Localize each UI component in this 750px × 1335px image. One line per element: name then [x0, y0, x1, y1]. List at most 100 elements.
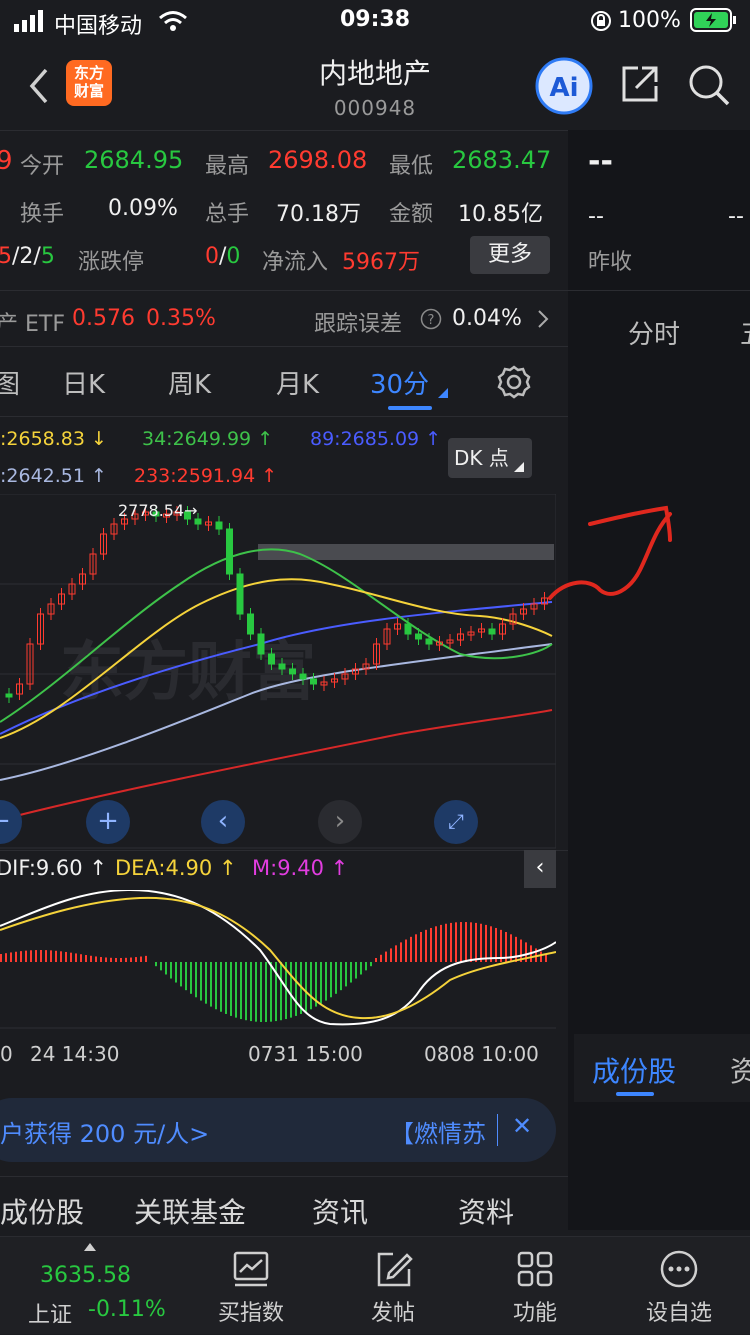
functions-label: 功能 [512, 1301, 557, 1326]
section-tab-funds[interactable]: 关联基金 [134, 1191, 246, 1231]
tab-monthly-k[interactable]: 月K [276, 364, 319, 401]
netflow-label: 净流入 [262, 250, 329, 275]
post-button[interactable]: 发帖 [318, 1237, 468, 1335]
macd-bar [270, 962, 272, 1022]
candle [236, 573, 244, 615]
macd-bar [0, 954, 2, 962]
macd-bar [15, 951, 17, 962]
right-tab-partial-2[interactable]: 资 [730, 1050, 750, 1090]
macd-bar [410, 936, 412, 962]
macd-bar [200, 962, 202, 1001]
macd-bar [105, 957, 107, 962]
macd-bar [325, 962, 327, 1001]
macd-chart[interactable] [0, 890, 556, 1030]
index-value: 3635.58 [40, 1263, 131, 1288]
chevron-right-icon[interactable] [536, 308, 550, 330]
macd-bar [305, 962, 307, 1012]
promo-banner[interactable]: 户获得 200 元/人> 【燃情苏超 ✕ [0, 1098, 556, 1162]
tab-weekly-k[interactable]: 周K [168, 364, 211, 401]
candle [5, 693, 13, 698]
macd-bar [420, 931, 422, 962]
section-tab-profile[interactable]: 资料 [458, 1191, 514, 1231]
high-value: 2698.08 [268, 146, 368, 174]
macd-bar [180, 962, 182, 987]
right-tab-indicator [616, 1092, 654, 1096]
macd-bar [290, 962, 292, 1018]
macd-bar [45, 950, 47, 962]
index-change: -0.11% [88, 1297, 166, 1322]
banner-close-icon[interactable]: ✕ [512, 1112, 532, 1140]
index-name: 上证 [28, 1303, 73, 1328]
rotation-lock-icon [591, 11, 611, 31]
macd-bar [95, 956, 97, 962]
etf-price: 0.576 [72, 306, 135, 331]
zoom-in-button[interactable]: + [86, 800, 130, 844]
time-tick-3: 0808 10:00 [424, 1042, 539, 1066]
edit-icon [377, 1252, 413, 1287]
grid-apps-icon [517, 1251, 553, 1287]
section-tab-constituents[interactable]: 成份股 [0, 1191, 84, 1231]
limit-value: 0/0 [205, 244, 241, 269]
buy-index-button[interactable]: 买指数 [176, 1237, 326, 1335]
macd-bar [70, 952, 72, 962]
macd-bar [80, 954, 82, 962]
search-icon[interactable] [686, 62, 732, 108]
scroll-right-button[interactable]: › [318, 800, 362, 844]
macd-bar [50, 950, 52, 962]
macd-bar [390, 948, 392, 962]
macd-bar [515, 936, 517, 962]
macd-bar [255, 962, 257, 1022]
macd-bar [370, 962, 372, 967]
tab-partial[interactable]: 图 [0, 364, 20, 401]
etf-divider-bottom [0, 346, 568, 347]
macd-bar [540, 951, 542, 962]
banner-right-text[interactable]: 【燃情苏超 [390, 1114, 486, 1149]
more-button[interactable]: 更多 [470, 236, 550, 274]
section-tabbar: 成份股 关联基金 资讯 资料 [0, 1176, 568, 1236]
track-error-label: 跟踪误差 [314, 312, 403, 337]
macd-bar [470, 922, 472, 962]
macd-bar [10, 952, 12, 962]
right-tab-partial[interactable]: 五 [740, 314, 750, 351]
fullscreen-button[interactable]: ⤢ [434, 800, 478, 844]
macd-bar [165, 962, 167, 975]
settings-gear-icon[interactable] [496, 364, 532, 400]
right-tab-intraday[interactable]: 分时 [628, 314, 680, 351]
add-watchlist-button[interactable]: 设自选 [604, 1237, 750, 1335]
amount-value: 10.85亿 [458, 202, 543, 227]
macd-bar [490, 926, 492, 962]
collapse-button[interactable]: ‹ [524, 850, 556, 888]
dk-point-button[interactable]: DK 点 [448, 438, 532, 478]
macd-bar [250, 962, 252, 1022]
macd-bar [175, 962, 177, 983]
candle [257, 633, 265, 655]
scroll-left-button[interactable]: ‹ [201, 800, 245, 844]
functions-button[interactable]: 功能 [460, 1237, 610, 1335]
kline-chart[interactable]: 东方财富 2778.54→ [0, 494, 556, 850]
kline-tabbar: 图 日K 周K 月K 30分 [0, 350, 568, 414]
macd-bar [475, 922, 477, 962]
macd-bar [145, 955, 147, 962]
volume-label: 总手 [205, 202, 250, 227]
right-tab-constituents[interactable]: 成份股 [592, 1050, 676, 1090]
etf-divider-top [0, 290, 568, 291]
share-icon[interactable] [618, 62, 662, 106]
turnover-label: 换手 [20, 202, 65, 227]
macd-bar [5, 953, 7, 962]
macd-bar [90, 955, 92, 962]
banner-left-text[interactable]: 户获得 200 元/人> [0, 1114, 209, 1149]
macd-bar [460, 922, 462, 962]
help-icon[interactable]: ? [420, 308, 442, 330]
section-tab-news[interactable]: 资讯 [312, 1191, 368, 1231]
tab-30min[interactable]: 30分 [370, 364, 429, 401]
battery-percent: 100% [618, 8, 681, 33]
index-ticker[interactable]: 3635.58 上证 -0.11% [14, 1237, 166, 1335]
macd-bar [395, 945, 397, 962]
right-price-placeholder: -- [588, 144, 613, 179]
macd-bar [160, 962, 162, 971]
macd-bar [240, 962, 242, 1020]
ai-assistant-icon[interactable]: Ai [534, 56, 594, 116]
macd-bar [345, 962, 347, 987]
hand-drawn-arrow-annotation [548, 505, 672, 600]
tab-daily-k[interactable]: 日K [62, 364, 105, 401]
